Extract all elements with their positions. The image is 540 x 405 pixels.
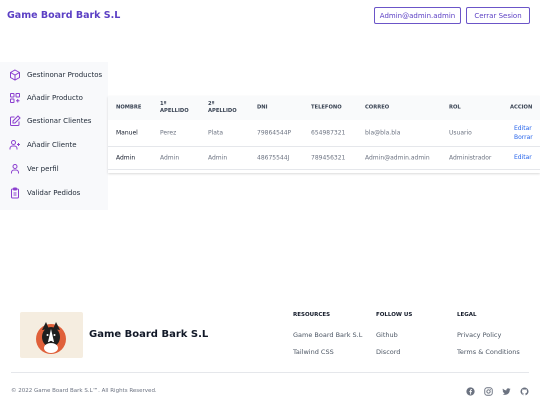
sidebar-item-label: Añadir Producto: [27, 94, 83, 102]
instagram-icon[interactable]: [484, 387, 493, 396]
cell-apellido1: Perez: [160, 129, 177, 137]
cell-correo: bla@bla.bla: [365, 129, 401, 137]
sidebar-item-gestionar-productos[interactable]: Gestinonar Productos: [0, 65, 108, 85]
table-row: Manuel Perez Plata 79864544P 654987321 b…: [108, 120, 540, 147]
clipboard-icon: [11, 187, 19, 199]
column-header-nombre: NOMBRE: [116, 104, 142, 111]
edit-link[interactable]: Editar: [514, 125, 532, 132]
footer-link-github[interactable]: Github: [376, 331, 398, 339]
table-row: Admin Admin Admin 48675544J 789456321 Ad…: [108, 147, 540, 170]
footer-heading-legal: LEGAL: [457, 312, 477, 318]
sidebar-item-label: Gestinonar Productos: [27, 71, 103, 79]
sidebar-item-label: Ver perfil: [27, 165, 59, 173]
footer-company-name: Game Board Bark S.L: [89, 329, 209, 340]
cell-apellido1: Admin: [160, 154, 180, 162]
footer-link-tailwind[interactable]: Tailwind CSS: [293, 348, 334, 356]
column-header-correo: CORREO: [365, 104, 390, 111]
footer-link-privacy[interactable]: Privacy Policy: [457, 331, 501, 339]
edit-link[interactable]: Editar: [514, 154, 532, 161]
footer-heading-follow: FOLLOW US: [376, 312, 413, 318]
sidebar-item-validar-pedidos[interactable]: Validar Pedidos: [0, 183, 108, 203]
sidebar-item-label: Validar Pedidos: [27, 189, 81, 197]
column-header-apellido2: 2º APELLIDO: [208, 101, 237, 114]
footer-divider: [11, 372, 529, 373]
footer-link-discord[interactable]: Discord: [376, 348, 400, 356]
cell-apellido2: Plata: [208, 129, 223, 137]
dog-logo-icon: [36, 322, 66, 354]
sidebar: Gestinonar Productos Añadir Producto Ges…: [0, 62, 108, 210]
column-header-accion: ACCION: [510, 104, 533, 111]
sidebar-item-anadir-cliente[interactable]: Añadir Cliente: [0, 135, 108, 155]
logout-button[interactable]: Cerrar Sesion: [466, 7, 530, 24]
user-plus-icon: [9, 140, 20, 150]
brand-title[interactable]: Game Board Bark S.L: [7, 10, 120, 21]
sidebar-item-label: Añadir Cliente: [27, 141, 77, 149]
cell-telefono: 789456321: [311, 154, 346, 162]
column-header-rol: ROL: [449, 104, 461, 111]
add-product-icon: [10, 93, 20, 103]
table-header: NOMBRE 1º APELLIDO 2º APELLIDO DNI TELEF…: [108, 96, 540, 120]
sidebar-item-anadir-producto[interactable]: Añadir Producto: [0, 88, 108, 108]
cell-correo: Admin@admin.admin: [365, 154, 430, 162]
sidebar-item-label: Gestionar Clientes: [27, 117, 92, 125]
footer-link-terms[interactable]: Terms & Conditions: [457, 348, 520, 356]
cell-nombre: Manuel: [116, 129, 138, 137]
copyright-text: © 2022 Game Board Bark S.L™. All Rights …: [11, 388, 157, 394]
column-header-dni: DNI: [257, 104, 268, 111]
cell-telefono: 654987321: [311, 129, 346, 137]
column-header-apellido1: 1º APELLIDO: [160, 101, 189, 114]
user-account-button[interactable]: Admin@admin.admin: [374, 7, 461, 24]
cell-rol: Administrador: [449, 154, 492, 162]
cell-rol: Usuario: [449, 129, 472, 137]
sidebar-item-gestionar-clientes[interactable]: Gestionar Clientes: [0, 111, 108, 131]
edit-icon: [10, 115, 21, 126]
company-logo[interactable]: [20, 312, 83, 358]
cell-nombre: Admin: [116, 154, 136, 162]
clients-table: NOMBRE 1º APELLIDO 2º APELLIDO DNI TELEF…: [108, 96, 540, 173]
cell-apellido2: Admin: [208, 154, 228, 162]
footer-heading-resources: RESOURCES: [293, 312, 331, 318]
user-icon: [11, 164, 19, 174]
twitter-icon[interactable]: [502, 387, 511, 396]
cube-icon: [10, 69, 20, 81]
cell-dni: 48675544J: [257, 154, 290, 162]
column-header-telefono: TELEFONO: [311, 104, 342, 111]
cell-dni: 79864544P: [257, 129, 292, 137]
github-icon[interactable]: [520, 387, 529, 396]
facebook-icon[interactable]: [466, 387, 475, 396]
footer-link-company[interactable]: Game Board Bark S.L: [293, 331, 362, 339]
sidebar-item-ver-perfil[interactable]: Ver perfil: [0, 159, 108, 179]
delete-link[interactable]: Borrar: [514, 134, 533, 141]
